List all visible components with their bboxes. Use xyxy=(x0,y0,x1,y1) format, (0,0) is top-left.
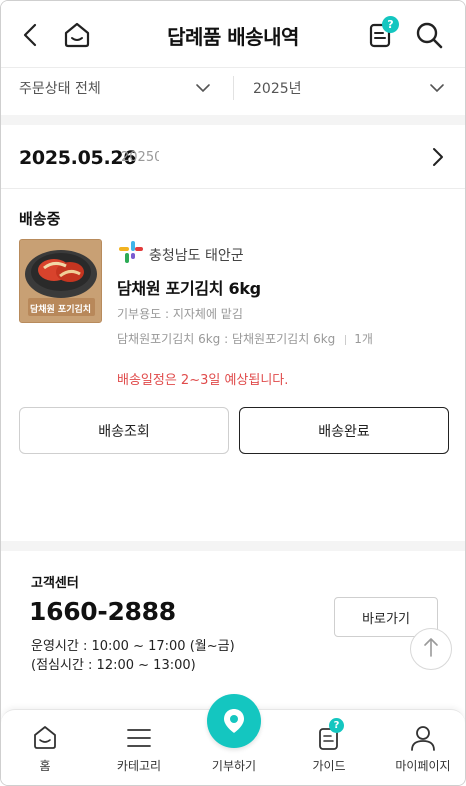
lunch-hours: (점심시간 : 12:00 ~ 13:00) xyxy=(31,658,196,673)
section-gap xyxy=(1,541,465,551)
order-header[interactable]: 2025.05.26 2025052600000 xyxy=(1,125,465,189)
chevron-down-icon xyxy=(429,80,445,100)
donation-purpose: 기부용도 : 지자체에 맡김 xyxy=(117,307,243,321)
operating-hours: 운영시간 : 10:00 ~ 17:00 (월~금) xyxy=(31,639,235,654)
order-status-value: 주문상태 전체 xyxy=(19,81,101,97)
nav-label-mypage: 마이페이지 xyxy=(395,759,451,773)
delivery-notice: 배송일정은 2~3일 예상됩니다. xyxy=(117,373,289,388)
product-thumbnail[interactable]: 담채원 포기김치 xyxy=(19,239,102,323)
thumbnail-caption: 담채원 포기김치 xyxy=(29,305,92,315)
chevron-right-icon[interactable] xyxy=(429,145,447,173)
customer-center-hours: 운영시간 : 10:00 ~ 17:00 (월~금) (점심시간 : 12:00… xyxy=(31,637,235,675)
home-icon xyxy=(1,724,91,752)
brand-name: 충청남도 태안군 xyxy=(149,248,244,264)
year-dropdown[interactable]: 2025년 xyxy=(253,68,449,108)
section-gap xyxy=(1,115,465,125)
guide-icon[interactable]: ? xyxy=(365,16,399,51)
brand-logo-icon xyxy=(117,239,145,269)
bottom-navigation: 홈 카테고리 기부하기 ? 가이드 마이페이지 xyxy=(1,694,465,785)
chevron-down-icon xyxy=(195,80,211,100)
order-status-dropdown[interactable]: 주문상태 전체 xyxy=(19,68,215,108)
year-value: 2025년 xyxy=(253,81,302,97)
nav-label-category: 카테고리 xyxy=(116,759,162,773)
menu-icon xyxy=(93,724,185,752)
filter-divider xyxy=(233,76,234,100)
delivery-status: 배송중 xyxy=(19,210,61,228)
guide-badge: ? xyxy=(382,16,399,33)
quantity-divider xyxy=(345,334,347,345)
order-number: 2025052600000 xyxy=(121,150,159,165)
track-delivery-button[interactable]: 배송조회 xyxy=(19,407,229,454)
product-option: 담채원포기김치 6kg : 담채원포기김치 6kg 1개 xyxy=(117,330,373,347)
guide-icon: ? xyxy=(283,718,375,752)
filter-bar: 주문상태 전체 2025년 xyxy=(1,67,465,115)
top-header: 답례품 배송내역 ? xyxy=(1,1,465,67)
nav-label-donate: 기부하기 xyxy=(211,759,257,773)
option-text: 담채원포기김치 6kg : 담채원포기김치 6kg xyxy=(117,332,336,346)
person-icon xyxy=(377,724,465,752)
nav-item-home[interactable]: 홈 xyxy=(1,710,91,785)
search-icon[interactable] xyxy=(413,19,445,51)
nav-item-guide[interactable]: ? 가이드 xyxy=(283,710,375,785)
nav-label-home: 홈 xyxy=(39,759,51,773)
delivery-complete-button[interactable]: 배송완료 xyxy=(239,407,449,454)
quantity: 1개 xyxy=(354,332,373,346)
nav-label-guide: 가이드 xyxy=(312,759,346,773)
customer-center-title: 고객센터 xyxy=(31,576,79,591)
product-name[interactable]: 담채원 포기김치 6kg xyxy=(117,275,261,299)
nav-item-donate[interactable]: 기부하기 xyxy=(188,694,280,785)
nav-item-mypage[interactable]: 마이페이지 xyxy=(377,710,465,785)
app-frame: 답례품 배송내역 ? 주문상태 전체 2025년 2025.05.26 2025… xyxy=(0,0,466,786)
guide-badge: ? xyxy=(329,718,344,733)
order-date: 2025.05.26 xyxy=(19,147,137,169)
customer-center-phone[interactable]: 1660-2888 xyxy=(29,597,176,626)
scroll-to-top-button[interactable] xyxy=(410,628,452,670)
nav-item-category[interactable]: 카테고리 xyxy=(93,710,185,785)
arrow-up-icon xyxy=(422,636,440,662)
donate-location-icon xyxy=(207,694,261,748)
